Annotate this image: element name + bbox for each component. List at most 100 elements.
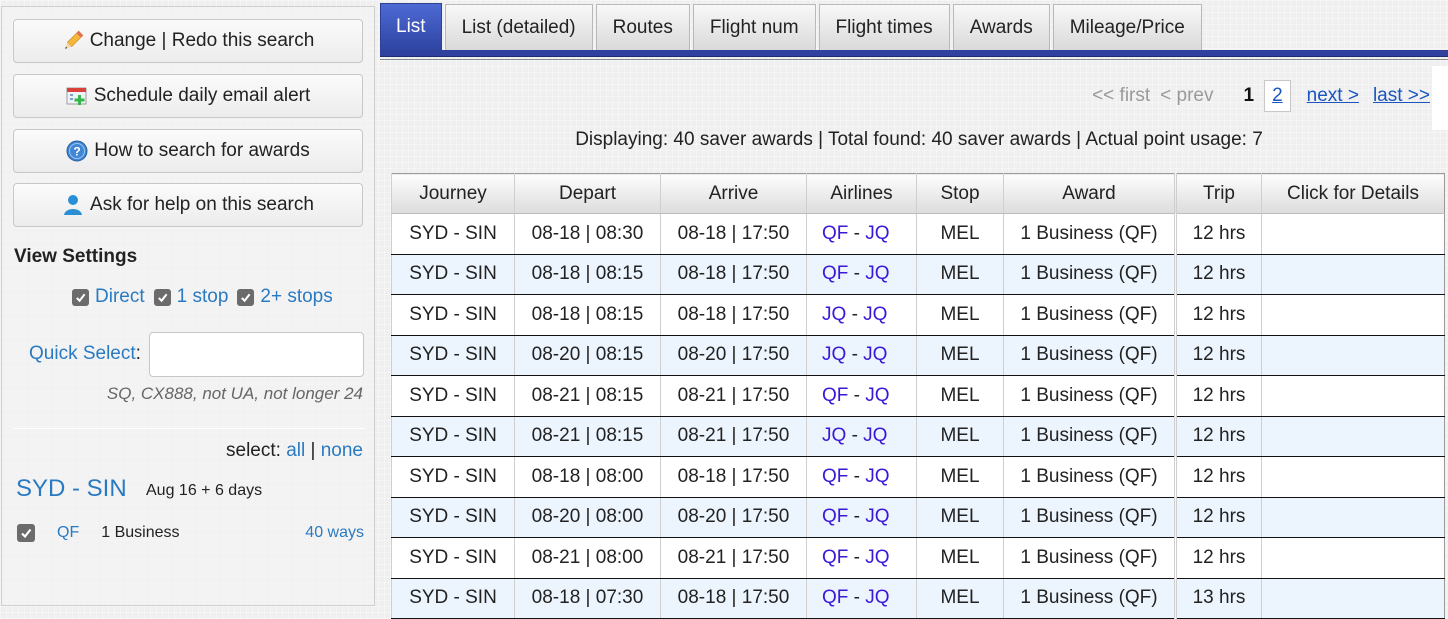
airline-code-1[interactable]: QF xyxy=(822,466,848,487)
filter-direct[interactable]: Direct xyxy=(72,286,145,308)
cell-trip: 12 hrs xyxy=(1174,456,1262,498)
airline-separator: - xyxy=(853,546,860,568)
table-row[interactable]: SYD - SIN 08-21 | 08:00 08-21 | 17:50 QF - … xyxy=(391,537,1445,579)
schedule-email-alert-label: Schedule daily email alert xyxy=(93,85,311,106)
airline-code-1[interactable]: QF xyxy=(822,506,848,527)
airline-code-1[interactable]: JQ xyxy=(822,304,846,325)
select-all-link[interactable]: all xyxy=(286,440,305,461)
cell-trip: 12 hrs xyxy=(1174,254,1262,295)
how-to-search-button[interactable]: ? How to search for awards xyxy=(13,129,363,173)
filter-direct-label[interactable]: Direct xyxy=(95,286,145,308)
ask-for-help-label: Ask for help on this search xyxy=(90,194,314,215)
pager-page-2[interactable]: 2 xyxy=(1264,80,1291,112)
tab-mileage-price[interactable]: Mileage/Price xyxy=(1052,4,1202,51)
tab-list[interactable]: List xyxy=(380,3,442,51)
airline-separator: - xyxy=(853,506,860,528)
cell-arrive: 08-21 | 17:50 xyxy=(660,537,807,579)
change-redo-search-button[interactable]: Change | Redo this search xyxy=(13,19,363,63)
airline-code-1[interactable]: JQ xyxy=(822,344,846,365)
pager-last[interactable]: last >> xyxy=(1373,85,1430,107)
cell-award: 1 Business (QF) xyxy=(1003,375,1176,417)
col-award[interactable]: Award xyxy=(1003,173,1176,214)
table-row[interactable]: SYD - SIN 08-18 | 07:30 08-18 | 17:50 QF - … xyxy=(391,578,1445,619)
airline-code-2[interactable]: JQ xyxy=(863,425,887,446)
sidebar-divider xyxy=(13,428,365,429)
col-airlines[interactable]: Airlines xyxy=(806,173,917,214)
col-trip[interactable]: Trip xyxy=(1174,173,1262,214)
checkbox-checked-icon[interactable] xyxy=(153,288,171,306)
airline-code-2[interactable]: JQ xyxy=(865,587,889,608)
airline-code-2[interactable]: JQ xyxy=(865,547,889,568)
airline-code-2[interactable]: JQ xyxy=(865,385,889,406)
quick-select-input[interactable] xyxy=(149,332,364,377)
airline-code-1[interactable]: QF xyxy=(822,263,848,284)
route-airline-checkbox[interactable] xyxy=(17,524,35,542)
select-separator: | xyxy=(310,440,316,461)
pager-next[interactable]: next > xyxy=(1307,85,1359,107)
cell-arrive: 08-20 | 17:50 xyxy=(660,335,807,376)
cell-stop: MEL xyxy=(916,375,1004,417)
cell-airlines: QF - JQ xyxy=(806,254,917,295)
cell-journey: SYD - SIN xyxy=(391,456,515,498)
tab-awards[interactable]: Awards xyxy=(952,4,1050,51)
cell-details[interactable] xyxy=(1261,456,1445,498)
table-row[interactable]: SYD - SIN 08-20 | 08:15 08-20 | 17:50 JQ - … xyxy=(391,335,1445,376)
airline-code-2[interactable]: JQ xyxy=(865,223,889,244)
airline-code-2[interactable]: JQ xyxy=(865,466,889,487)
tab-routes[interactable]: Routes xyxy=(595,4,690,51)
cell-details[interactable] xyxy=(1261,294,1445,336)
cell-details[interactable] xyxy=(1261,375,1445,417)
col-stop[interactable]: Stop xyxy=(916,173,1004,214)
airline-code-2[interactable]: JQ xyxy=(865,263,889,284)
cell-details[interactable] xyxy=(1261,335,1445,376)
airline-code-1[interactable]: QF xyxy=(822,223,848,244)
airline-code-2[interactable]: JQ xyxy=(863,304,887,325)
table-row[interactable]: SYD - SIN 08-21 | 08:15 08-21 | 17:50 QF - … xyxy=(391,375,1445,417)
table-row[interactable]: SYD - SIN 08-18 | 08:00 08-18 | 17:50 QF - … xyxy=(391,456,1445,498)
checkbox-checked-icon[interactable] xyxy=(72,288,89,306)
cell-trip: 12 hrs xyxy=(1174,294,1262,336)
col-journey[interactable]: Journey xyxy=(391,173,515,214)
pagination: << first < prev 1 2 next > last >> xyxy=(1092,80,1430,112)
airline-code-1[interactable]: QF xyxy=(822,385,848,406)
table-row[interactable]: SYD - SIN 08-18 | 08:15 08-18 | 17:50 QF - … xyxy=(391,254,1445,295)
filter-1-stop-label[interactable]: 1 stop xyxy=(177,286,229,308)
cell-trip: 12 hrs xyxy=(1174,416,1262,457)
airline-code-2[interactable]: JQ xyxy=(865,506,889,527)
col-arrive[interactable]: Arrive xyxy=(660,173,807,214)
select-none-link[interactable]: none xyxy=(321,440,363,461)
col-details[interactable]: Click for Details xyxy=(1261,173,1445,214)
cell-details[interactable] xyxy=(1261,416,1445,457)
table-row[interactable]: SYD - SIN 08-21 | 08:15 08-21 | 17:50 JQ - … xyxy=(391,416,1445,457)
filter-2plus-stops-label[interactable]: 2+ stops xyxy=(260,286,332,308)
airline-code-2[interactable]: JQ xyxy=(863,344,887,365)
user-icon xyxy=(62,194,84,216)
cell-details[interactable] xyxy=(1261,497,1445,538)
tab-list-detailed[interactable]: List (detailed) xyxy=(444,4,593,51)
schedule-email-alert-button[interactable]: Schedule daily email alert xyxy=(13,74,363,118)
route-airline-code[interactable]: QF xyxy=(57,524,79,542)
col-depart[interactable]: Depart xyxy=(514,173,661,214)
cell-details[interactable] xyxy=(1261,537,1445,579)
cell-depart: 08-18 | 08:00 xyxy=(514,456,661,498)
table-row[interactable]: SYD - SIN 08-20 | 08:00 08-20 | 17:50 QF - … xyxy=(391,497,1445,538)
route-title[interactable]: SYD - SIN xyxy=(16,475,127,503)
checkbox-checked-icon[interactable] xyxy=(237,288,255,306)
tab-flight-num[interactable]: Flight num xyxy=(692,4,816,51)
ask-for-help-button[interactable]: Ask for help on this search xyxy=(13,183,363,227)
cell-details[interactable] xyxy=(1261,254,1445,295)
cell-details[interactable] xyxy=(1261,213,1445,255)
airline-code-1[interactable]: JQ xyxy=(822,425,846,446)
airline-code-1[interactable]: QF xyxy=(822,587,848,608)
select-prefix: select: xyxy=(226,440,281,461)
tab-flight-times[interactable]: Flight times xyxy=(818,4,950,51)
table-row[interactable]: SYD - SIN 08-18 | 08:15 08-18 | 17:50 JQ - … xyxy=(391,294,1445,336)
filter-1-stop[interactable]: 1 stop xyxy=(153,286,229,308)
filter-2plus-stops[interactable]: 2+ stops xyxy=(237,286,333,308)
route-ways-link[interactable]: 40 ways xyxy=(305,524,364,542)
table-row[interactable]: SYD - SIN 08-18 | 08:30 08-18 | 17:50 QF - … xyxy=(391,213,1445,255)
calendar-add-icon xyxy=(66,85,88,107)
airline-code-1[interactable]: QF xyxy=(822,547,848,568)
cell-details[interactable] xyxy=(1261,578,1445,619)
cell-airlines: QF - JQ xyxy=(806,213,917,255)
